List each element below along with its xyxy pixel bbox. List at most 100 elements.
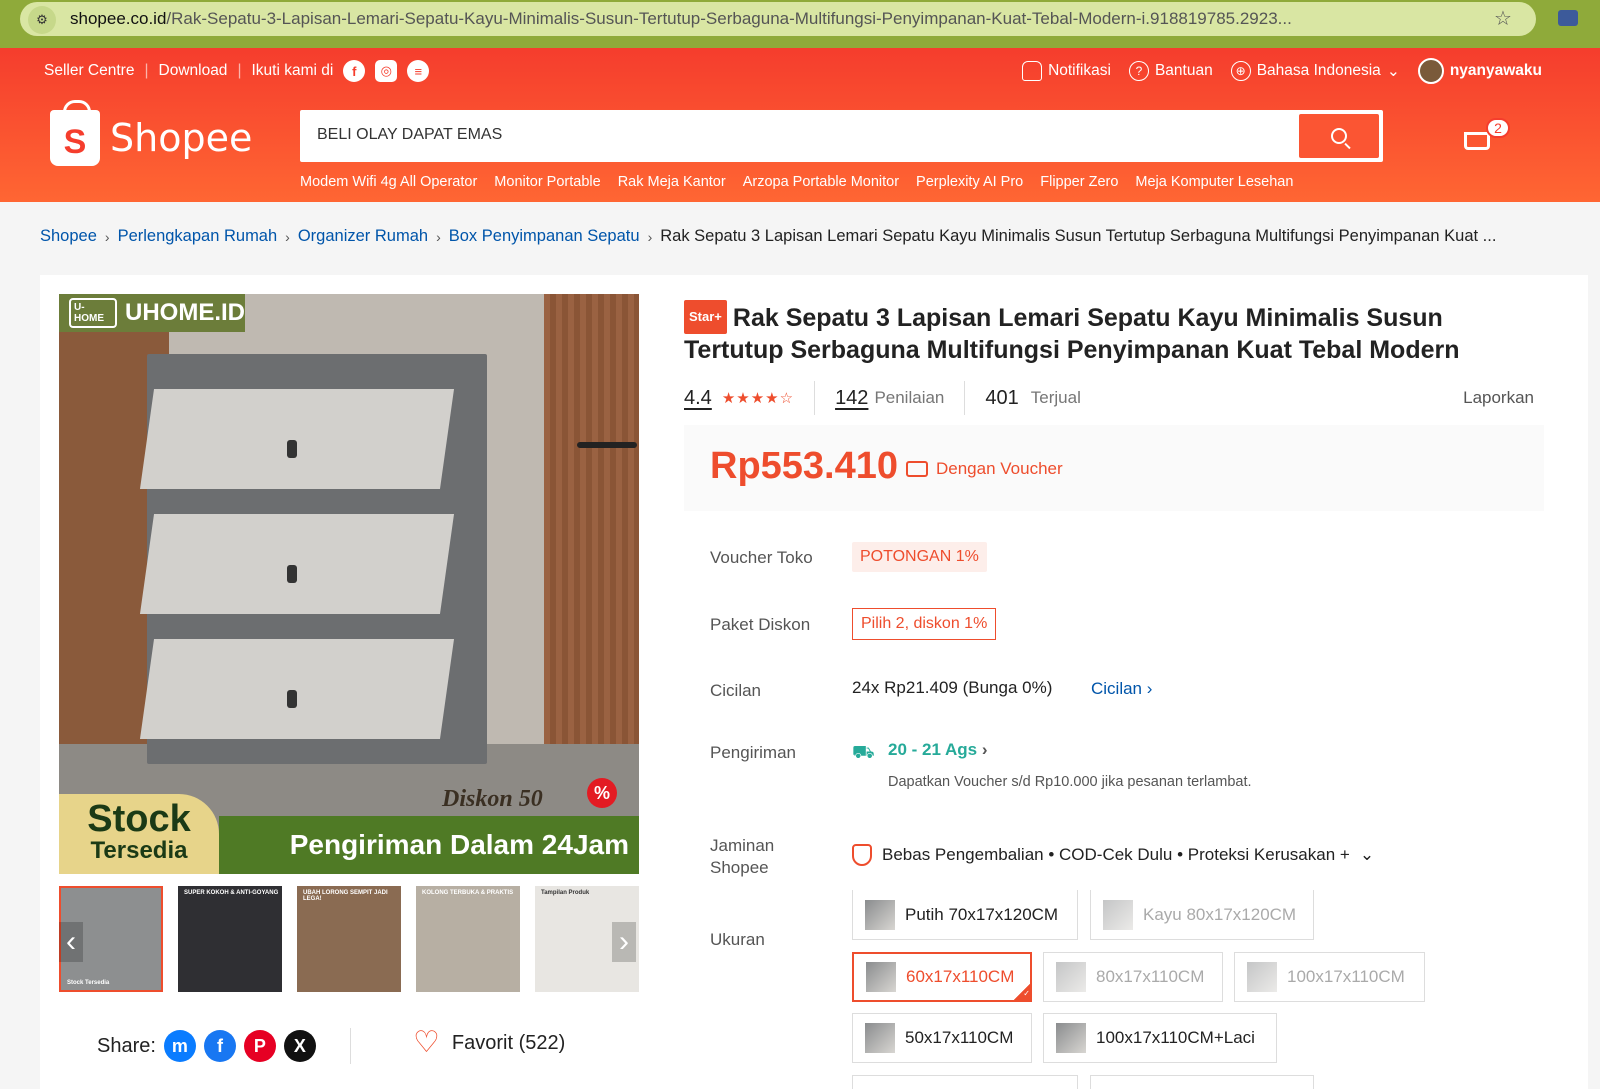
breadcrumb-link[interactable]: Perlengkapan Rumah xyxy=(118,227,278,246)
variant-option[interactable] xyxy=(1090,1075,1314,1089)
guarantee-value[interactable]: Bebas Pengembalian • COD-Cek Dulu • Prot… xyxy=(852,844,1374,866)
thumbnail-prev-button[interactable]: ‹ xyxy=(59,922,83,962)
variant-option[interactable]: Putih 70x17x120CM xyxy=(852,890,1078,940)
thumbnail[interactable]: KOLONG TERBUKA & PRAKTIS xyxy=(416,886,520,992)
voucher-note-label: Dengan Voucher xyxy=(936,459,1063,478)
variant-thumbnail xyxy=(1247,962,1277,992)
brand-name: UHOME.ID xyxy=(125,299,245,326)
shopee-logo[interactable]: S Shopee xyxy=(50,100,252,166)
suggestion-link[interactable]: Meja Komputer Lesehan xyxy=(1135,174,1293,190)
product-main-image[interactable]: U-HOME UHOME.ID Stock Tersedia Diskon 50… xyxy=(59,294,639,874)
bundle-chip[interactable]: Pilih 2, diskon 1% xyxy=(852,608,997,640)
stock-badge: Stock Tersedia xyxy=(59,794,219,874)
suggestion-link[interactable]: Arzopa Portable Monitor xyxy=(743,174,899,190)
thumbnail-strip: Stock Tersedia SUPER KOKOH & ANTI-GOYANG… xyxy=(59,886,639,992)
suggestion-link[interactable]: Modem Wifi 4g All Operator xyxy=(300,174,477,190)
chevron-down-icon: ⌄ xyxy=(1386,62,1400,80)
shipping-value: 20 - 21 Ags xyxy=(888,740,978,759)
cart-count-badge: 2 xyxy=(1486,118,1510,138)
price: Rp553.410 xyxy=(710,445,899,487)
url-text[interactable]: shopee.co.id/Rak-Sepatu-3-Lapisan-Lemari… xyxy=(70,9,1470,29)
variant-option[interactable]: 50x17x110CM xyxy=(852,1013,1032,1063)
seller-centre-link[interactable]: Seller Centre xyxy=(44,62,134,80)
line-icon[interactable]: ≡ xyxy=(407,60,430,82)
thumbnail-caption: Tampilan Produk xyxy=(541,890,590,896)
variant-option[interactable] xyxy=(852,1075,1078,1089)
favorite-button[interactable]: ♡ Favorit (522) xyxy=(413,1028,565,1058)
thumbnail-caption: Stock Tersedia xyxy=(67,980,110,986)
image-knob xyxy=(287,440,297,458)
language-selector[interactable]: ⊕ Bahasa Indonesia ⌄ xyxy=(1230,61,1400,81)
variant-option: 100x17x110CM xyxy=(1234,952,1425,1002)
account-menu[interactable]: nyanyawaku xyxy=(1417,58,1542,84)
help-link[interactable]: ? Bantuan xyxy=(1128,61,1213,81)
thumbnail[interactable]: UBAH LORONG SEMPIT JADI LEGA! xyxy=(297,886,401,992)
language-label: Bahasa Indonesia xyxy=(1256,62,1381,79)
variant-thumbnail xyxy=(866,962,896,992)
divider xyxy=(964,381,966,415)
facebook-share-icon[interactable]: f xyxy=(203,1030,236,1062)
installment-link[interactable]: Cicilan › xyxy=(1091,679,1152,699)
rating-stars-icon: ★★★★☆ xyxy=(721,390,795,407)
ratings-count[interactable]: 142 xyxy=(835,387,868,410)
guarantee-text: Bebas Pengembalian • COD-Cek Dulu • Prot… xyxy=(882,845,1350,864)
bundle-label: Paket Diskon xyxy=(710,615,811,634)
cart-button[interactable]: 2 xyxy=(1460,118,1510,156)
extension-icon[interactable] xyxy=(1558,10,1578,26)
voucher-note[interactable]: Dengan Voucher xyxy=(906,459,1063,479)
voucher-icon xyxy=(906,461,928,477)
thumbnail-next-button[interactable]: › xyxy=(612,922,636,962)
installment-label: Cicilan xyxy=(710,681,762,700)
truck-icon: ⛟ xyxy=(852,742,875,762)
thumbnail[interactable]: SUPER KOKOH & ANTI-GOYANG xyxy=(178,886,282,992)
report-link[interactable]: Laporkan xyxy=(1463,388,1534,408)
divider: | xyxy=(237,62,242,79)
shipping-estimate[interactable]: 20 - 21 Ags › xyxy=(888,740,988,760)
top-nav-right: Notifikasi ? Bantuan ⊕ Bahasa Indonesia … xyxy=(1010,58,1542,84)
star-plus-badge: Star+ xyxy=(684,300,727,334)
chevron-down-icon: ⌄ xyxy=(1359,845,1375,864)
search-suggestions: Modem Wifi 4g All Operator Monitor Porta… xyxy=(300,174,1293,190)
heart-icon: ♡ xyxy=(413,1026,440,1059)
variant-thumbnail xyxy=(1103,899,1133,930)
suggestion-link[interactable]: Rak Meja Kantor xyxy=(618,174,726,190)
search-bar: BELI OLAY DAPAT EMAS xyxy=(300,110,1383,162)
stock-line-1: Stock xyxy=(87,798,191,840)
instagram-icon[interactable]: ◎ xyxy=(375,60,398,82)
shield-icon xyxy=(852,844,872,866)
cart-icon xyxy=(1464,132,1490,150)
image-door-handle xyxy=(577,442,637,448)
search-input[interactable]: BELI OLAY DAPAT EMAS xyxy=(317,126,502,144)
pinterest-icon[interactable]: P xyxy=(243,1030,276,1062)
suggestion-link[interactable]: Flipper Zero xyxy=(1040,174,1118,190)
variant-option-selected[interactable]: 60x17x110CM xyxy=(852,952,1032,1002)
chevron-right-icon: › xyxy=(981,740,988,759)
facebook-icon[interactable]: f xyxy=(343,60,366,82)
bookmark-star-icon[interactable]: ☆ xyxy=(1494,6,1512,31)
x-twitter-icon[interactable]: X xyxy=(283,1030,316,1062)
site-settings-icon[interactable]: ⚙ xyxy=(28,6,56,34)
image-knob xyxy=(287,690,297,708)
download-link[interactable]: Download xyxy=(159,62,228,80)
search-button[interactable] xyxy=(1299,114,1379,158)
variant-option[interactable]: 100x17x110CM+Laci xyxy=(1043,1013,1277,1063)
suggestion-link[interactable]: Monitor Portable xyxy=(494,174,600,190)
breadcrumb-link[interactable]: Box Penyimpanan Sepatu xyxy=(449,227,640,246)
favorite-label: Favorit (522) xyxy=(451,1031,566,1054)
notifications-link[interactable]: Notifikasi xyxy=(1022,61,1111,81)
chevron-right-icon: › xyxy=(285,228,290,245)
variant-label: 100x17x110CM+Laci xyxy=(1096,1028,1255,1047)
voucher-chip[interactable]: POTONGAN 1% xyxy=(852,542,987,572)
help-label: Bantuan xyxy=(1154,62,1213,79)
chevron-right-icon: › xyxy=(1146,679,1153,698)
breadcrumb-link[interactable]: Organizer Rumah xyxy=(298,227,428,246)
messenger-icon[interactable]: m xyxy=(163,1030,196,1062)
suggestion-link[interactable]: Perplexity AI Pro xyxy=(916,174,1023,190)
chevron-right-icon: › xyxy=(104,228,110,245)
image-wood-door xyxy=(544,294,639,774)
rating-value[interactable]: 4.4 xyxy=(684,387,712,410)
breadcrumb-link[interactable]: Shopee xyxy=(40,227,97,246)
discount-text: Diskon 50 xyxy=(442,786,543,812)
guarantee-label-line: Shopee xyxy=(710,858,769,877)
question-icon: ? xyxy=(1128,61,1149,81)
